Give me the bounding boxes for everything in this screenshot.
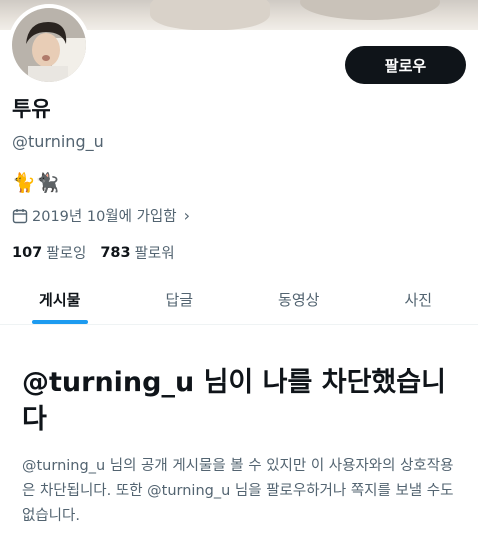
user-handle: @turning_u bbox=[12, 132, 104, 151]
profile-bio: 🐈🐈‍⬛ bbox=[12, 172, 60, 194]
followers-link[interactable]: 783 팔로워 bbox=[100, 242, 174, 263]
tab-label: 게시물 bbox=[39, 290, 81, 309]
profile-page: 팔로우 투유 @turning_u 🐈🐈‍⬛ 2019년 10월에 가입함 › … bbox=[0, 0, 478, 548]
tab-replies[interactable]: 답글 bbox=[120, 274, 240, 324]
blocked-title: @turning_u 님이 나를 차단했습니다 bbox=[22, 367, 446, 435]
active-tab-indicator bbox=[31, 320, 88, 324]
display-name: 투유 bbox=[12, 97, 51, 121]
tab-posts[interactable]: 게시물 bbox=[0, 274, 120, 324]
banner-shape bbox=[300, 0, 440, 20]
chevron-right-icon: › bbox=[183, 206, 191, 225]
avatar[interactable] bbox=[8, 4, 90, 86]
following-label: 팔로잉 bbox=[46, 246, 87, 262]
profile-tabs: 게시물 답글 동영상 사진 bbox=[0, 274, 478, 325]
joined-date-text: 2019년 10월에 가입함 bbox=[32, 209, 177, 225]
calendar-icon bbox=[12, 208, 28, 223]
tab-label: 사진 bbox=[404, 290, 433, 309]
tab-label: 답글 bbox=[165, 290, 194, 309]
blocked-description: @turning_u 님의 공개 게시물을 볼 수 있지만 이 사용자와의 상호… bbox=[22, 458, 454, 524]
avatar-image bbox=[12, 8, 86, 82]
followers-label: 팔로워 bbox=[134, 246, 175, 262]
following-link[interactable]: 107 팔로잉 bbox=[12, 242, 86, 263]
following-count: 107 bbox=[12, 244, 43, 261]
tab-photos[interactable]: 사진 bbox=[359, 274, 478, 324]
banner-shape bbox=[150, 0, 270, 30]
tab-label: 동영상 bbox=[278, 290, 320, 309]
profile-stats: 107 팔로잉 783 팔로워 bbox=[12, 242, 189, 263]
follow-button[interactable]: 팔로우 bbox=[345, 46, 466, 84]
tab-videos[interactable]: 동영상 bbox=[239, 274, 359, 324]
followers-count: 783 bbox=[100, 244, 131, 261]
joined-date-row[interactable]: 2019년 10월에 가입함 › bbox=[12, 205, 190, 226]
